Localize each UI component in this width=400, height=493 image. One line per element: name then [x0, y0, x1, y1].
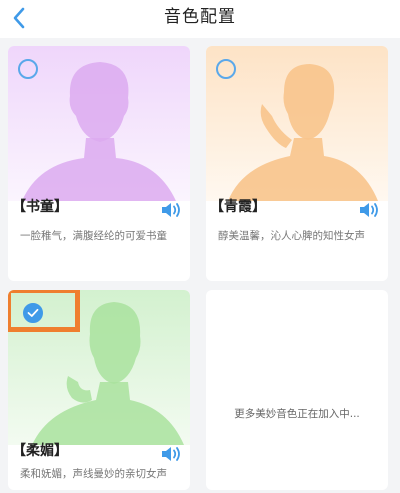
speaker-icon[interactable]: [160, 445, 182, 463]
voice-name: 【书童】: [12, 199, 68, 215]
speaker-icon[interactable]: [160, 201, 182, 219]
more-voices-card: 更多美妙音色正在加入中...: [206, 290, 388, 490]
voice-name: 【柔媚】: [12, 443, 68, 459]
select-radio[interactable]: [216, 59, 236, 79]
more-voices-text: 更多美妙音色正在加入中...: [234, 408, 360, 420]
voice-name: 【青霞】: [210, 199, 266, 215]
voice-card-shutong[interactable]: 【书童】 一脸稚气，满腹经纶的可爱书童: [8, 46, 190, 281]
voice-description: 醇美温馨，沁人心脾的知性女声: [218, 230, 365, 242]
top-bar: 音色配置: [0, 0, 400, 38]
page-title: 音色配置: [164, 7, 236, 27]
voice-description: 一脸稚气，满腹经纶的可爱书童: [20, 230, 167, 242]
select-radio-checked[interactable]: [23, 303, 43, 323]
select-radio[interactable]: [18, 59, 38, 79]
voice-description: 柔和妩媚，声线曼妙的亲切女声: [20, 468, 167, 480]
voice-card-qingxia[interactable]: 【青霞】 醇美温馨，沁人心脾的知性女声: [206, 46, 388, 281]
speaker-icon[interactable]: [358, 201, 380, 219]
check-icon: [27, 308, 39, 317]
voice-card-roumei[interactable]: 【柔媚】 柔和妩媚，声线曼妙的亲切女声: [8, 290, 190, 490]
selection-highlight-box: [8, 290, 80, 332]
